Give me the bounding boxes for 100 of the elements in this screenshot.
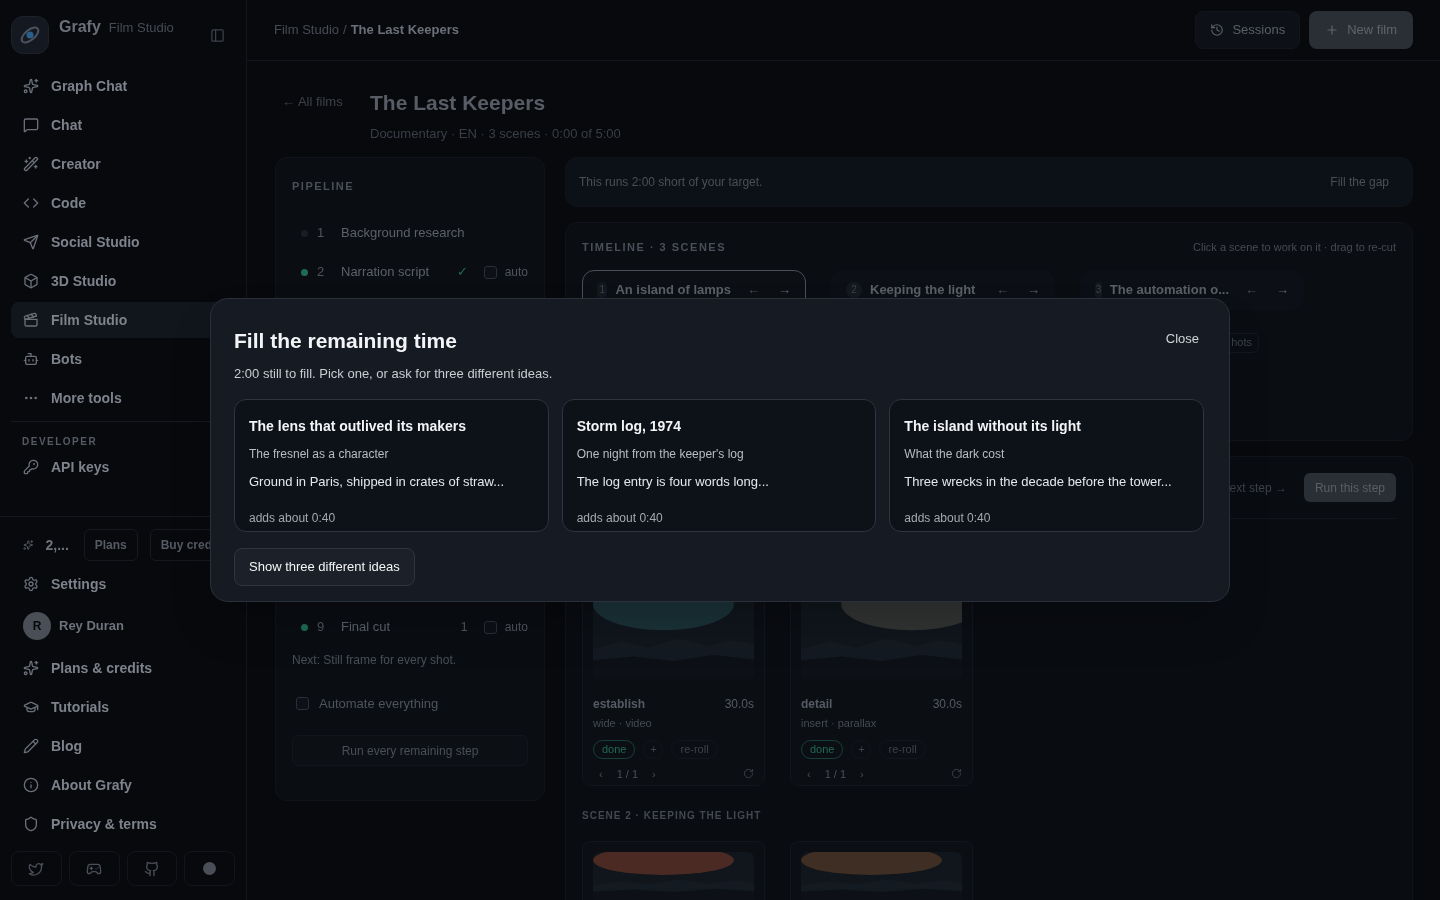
next-step-text: Next: Still frame for every shot.	[291, 651, 458, 669]
logo-icon	[11, 16, 49, 54]
shot-name: detail	[801, 696, 833, 713]
checkbox[interactable]	[483, 265, 497, 279]
film-meta: Documentary · EN · 3 scenes · 0:00 of 5:00	[370, 124, 621, 143]
checkbox[interactable]	[296, 696, 309, 710]
regenerate-icon[interactable]	[951, 768, 962, 780]
panel-heading: PIPELINE	[291, 179, 356, 194]
cube-icon	[23, 273, 39, 289]
idea-title: The lens that outlived its makers	[249, 417, 468, 436]
more-ideas-button[interactable]: Show three different ideas	[234, 548, 415, 586]
fill-gap-button[interactable]: Fill the gap	[1330, 173, 1389, 191]
move-left-button[interactable]: ←	[1245, 279, 1258, 300]
step-label: Background research	[341, 224, 465, 243]
move-left-button[interactable]: ←	[747, 279, 760, 300]
sparkle-icon	[23, 537, 34, 553]
idea-subtitle: The fresnel as a character	[249, 446, 390, 463]
social-button[interactable]	[126, 851, 178, 886]
idea-title: The island without its light	[904, 417, 1082, 436]
shot-duration: 30.0s	[724, 696, 754, 713]
close-button[interactable]: Close	[1165, 329, 1199, 349]
previous-button[interactable]: ‹	[593, 765, 609, 782]
auto-label: auto	[504, 619, 528, 636]
plus-icon	[1325, 23, 1340, 37]
idea-title: Storm log, 1974	[576, 417, 682, 436]
sidebar-item[interactable]: Code	[11, 185, 235, 221]
idea-description: The log entry is four words long...	[576, 473, 770, 491]
checkbox[interactable]	[483, 620, 497, 634]
sidebar-item[interactable]: Settings	[11, 566, 235, 602]
pager-text: 1 / 1	[615, 766, 640, 782]
automate-label: Automate everything	[319, 694, 439, 713]
idea-subtitle: What the dark cost	[904, 446, 1006, 463]
previous-button[interactable]: ‹	[801, 765, 817, 782]
sidebar-item[interactable]: Bots	[11, 341, 235, 377]
tick-mark: ✓	[456, 263, 468, 282]
plans-button[interactable]: Plans	[83, 529, 138, 561]
breadcrumb-link[interactable]: Film Studio	[274, 20, 340, 40]
dialog-subtitle: 2:00 still to fill. Pick one, or ask for three different ideas.	[234, 364, 554, 383]
move-right-button[interactable]: →	[1027, 279, 1040, 300]
pager-text: 1 / 1	[823, 766, 848, 782]
brand-subtitle: Film Studio	[108, 19, 174, 37]
section-heading: DEVELOPER	[21, 435, 99, 449]
sidebar-item[interactable]: Chat	[11, 107, 235, 143]
idea-subtitle: One night from the keeper's log	[576, 446, 745, 463]
idea-card[interactable]: Storm log, 1974 One night from the keeper's log The log entry is four words long... adds about 0:40	[561, 399, 877, 532]
regenerate-icon[interactable]	[743, 768, 754, 780]
scene-title: Keeping the light	[870, 280, 976, 299]
wand-icon	[23, 156, 39, 172]
key-icon	[23, 459, 39, 475]
sidebar-item[interactable]: Graph Chat	[11, 68, 235, 104]
sidebar-item[interactable]: Creator	[11, 146, 235, 182]
idea-card[interactable]: The lens that outlived its makers The fresnel as a character Ground in Paris, shipped in crates of straw... adds about 0:40	[234, 399, 549, 532]
sidebar-item[interactable]: Privacy & terms	[11, 806, 235, 842]
code-icon	[23, 195, 39, 211]
shot-name: establish	[593, 696, 646, 713]
film-title: The Last Keepers	[370, 90, 547, 116]
panel-heading: TIMELINE · 3 SCENES	[582, 240, 727, 255]
run-all-button[interactable]: Run every remaining step	[292, 735, 528, 766]
breadcrumb-separator: /	[343, 21, 347, 40]
sidebar-item[interactable]: Plans & credits	[11, 650, 235, 686]
user-name: Rey Duran	[59, 617, 125, 636]
back-link[interactable]: ← All films	[275, 92, 370, 112]
sidebar-item[interactable]: Tutorials	[11, 689, 235, 725]
next-button[interactable]: ›	[646, 765, 662, 782]
info-icon	[23, 777, 39, 793]
sparkle-icon	[23, 660, 39, 676]
sidebar-item[interactable]: Social Studio	[11, 224, 235, 260]
idea-duration: adds about 0:40	[249, 509, 337, 527]
sidebar-item[interactable]: 3D Studio	[11, 263, 235, 299]
settings-icon	[23, 576, 39, 592]
avatar[interactable]: R	[23, 612, 51, 640]
social-button[interactable]	[68, 851, 120, 886]
github-icon	[143, 860, 160, 877]
sidebar-item[interactable]: Blog	[11, 728, 235, 764]
move-left-button[interactable]: ←	[996, 279, 1009, 300]
brand-name: Grafy	[59, 17, 101, 37]
move-right-button[interactable]: →	[1276, 279, 1289, 300]
banner-text: This runs 2:00 short of your target.	[579, 174, 763, 191]
credit-count: 2,...	[45, 535, 70, 555]
idea-duration: adds about 0:40	[576, 509, 664, 527]
sidebar-item[interactable]: About Grafy	[11, 767, 235, 803]
scene-title: An island of lamps	[615, 280, 731, 299]
breadcrumb-current: The Last Keepers	[350, 21, 460, 40]
sidebar-item[interactable]: API keys	[11, 449, 235, 485]
sidebar-toggle-icon[interactable]	[210, 27, 225, 43]
step-label: Narration script	[341, 263, 430, 282]
social-button[interactable]	[184, 851, 235, 886]
sidebar-item[interactable]: More tools	[11, 380, 235, 416]
step-count: 1	[460, 618, 468, 637]
sessions-button[interactable]: Sessions	[1195, 11, 1301, 49]
next-button[interactable]: ›	[854, 765, 870, 782]
clapperboard-icon	[23, 312, 39, 328]
shot-duration: 30.0s	[932, 696, 962, 713]
social-button[interactable]	[11, 851, 62, 886]
timeline-hint: Click a scene to work on it · drag to re-cut	[1193, 240, 1396, 255]
robot-icon	[23, 351, 39, 367]
step-number: 2	[317, 263, 326, 282]
move-right-button[interactable]: →	[778, 279, 791, 300]
idea-card[interactable]: The island without its light What the dark cost Three wrecks in the decade before the tower... adds about 0:40	[889, 399, 1204, 532]
sparkle-icon	[23, 78, 39, 94]
